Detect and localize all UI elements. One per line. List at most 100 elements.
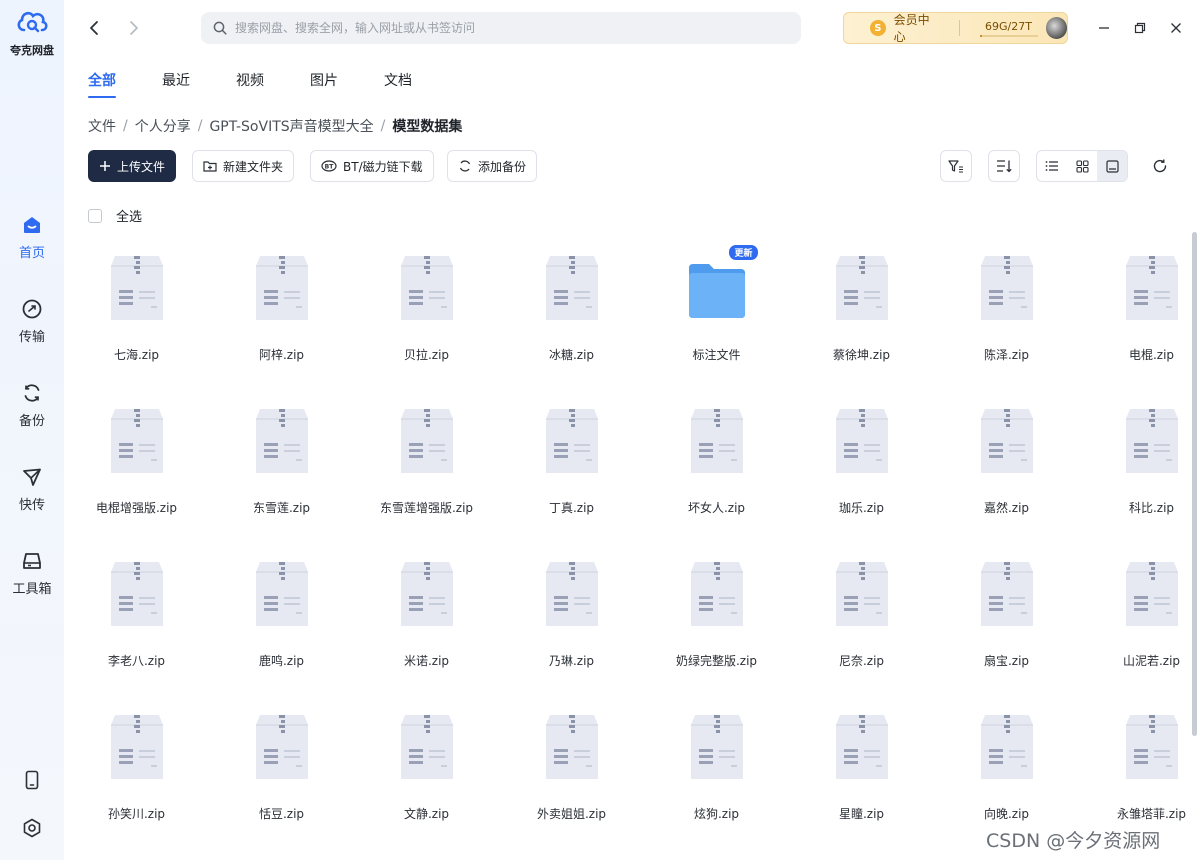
file-item[interactable]: 尼奈.zip — [789, 558, 934, 671]
sort-button[interactable] — [988, 150, 1020, 182]
file-item[interactable]: 冰糖.zip — [499, 252, 644, 365]
refresh-button[interactable] — [1148, 154, 1172, 178]
scrollbar[interactable] — [1192, 232, 1197, 736]
vip-divider — [958, 20, 960, 36]
upload-button[interactable]: 上传文件 — [88, 150, 176, 182]
file-name: 贝拉.zip — [403, 348, 450, 362]
file-item[interactable]: 蔡徐坤.zip — [789, 252, 934, 365]
file-thumbnail — [105, 405, 169, 477]
folder-icon — [688, 264, 745, 318]
breadcrumb-item[interactable]: 个人分享 — [135, 116, 191, 136]
sidebar-item-quick-send[interactable]: 快传 — [0, 466, 64, 513]
file-item[interactable]: 永雏塔菲.zip — [1079, 711, 1200, 824]
file-item[interactable]: 星瞳.zip — [789, 711, 934, 824]
file-item[interactable]: 科比.zip — [1079, 405, 1200, 518]
file-item[interactable]: 电棍.zip — [1079, 252, 1200, 365]
file-item[interactable]: 李老八.zip — [64, 558, 209, 671]
file-name: 陈泽.zip — [983, 348, 1030, 362]
app-logo[interactable]: 夸克网盘 — [0, 8, 64, 58]
bt-icon: BT — [321, 160, 337, 172]
file-thumbnail — [540, 252, 604, 324]
zip-file-icon — [110, 256, 163, 320]
chevron-left-icon — [90, 21, 98, 35]
select-all-checkbox[interactable] — [88, 208, 102, 223]
sidebar-item-transfer[interactable]: 传输 — [0, 298, 64, 345]
avatar[interactable] — [1045, 17, 1067, 39]
phone-icon[interactable] — [21, 769, 43, 791]
tab-all[interactable]: 全部 — [88, 70, 116, 98]
folder-item[interactable]: 更新 标注文件 — [644, 244, 789, 365]
tab-video[interactable]: 视频 — [236, 70, 264, 96]
file-item[interactable]: 七海.zip — [64, 252, 209, 365]
zip-file-icon — [1125, 256, 1178, 320]
refresh-icon — [1153, 159, 1167, 173]
add-backup-button[interactable]: 添加备份 — [447, 150, 538, 182]
tab-images[interactable]: 图片 — [310, 70, 338, 96]
settings-icon[interactable] — [21, 817, 43, 839]
main-panel: S 会员中心 69G/27T 全部 最近 视频 图片 文档 文件 / 个人分享 … — [64, 0, 1200, 860]
maximize-button[interactable] — [1128, 16, 1152, 40]
bt-download-button[interactable]: BT BT/磁力链下载 — [310, 150, 434, 182]
sidebar-item-home[interactable]: 首页 — [0, 214, 64, 261]
file-name: 山泥若.zip — [1122, 654, 1181, 668]
file-item[interactable]: 鹿鸣.zip — [209, 558, 354, 671]
breadcrumb-item[interactable]: 文件 — [88, 116, 116, 136]
forward-button[interactable] — [122, 16, 146, 40]
file-item[interactable]: 丁真.zip — [499, 405, 644, 518]
breadcrumb-item[interactable]: GPT-SoVITS声音模型大全 — [209, 116, 373, 136]
storage-quota-fill — [979, 34, 983, 37]
file-item[interactable]: 向晚.zip — [934, 711, 1079, 824]
file-item[interactable]: 山泥若.zip — [1079, 558, 1200, 671]
file-thumbnail — [395, 405, 459, 477]
new-folder-button[interactable]: 新建文件夹 — [192, 150, 295, 182]
file-item[interactable]: 米诺.zip — [354, 558, 499, 671]
file-item[interactable]: 孙笑川.zip — [64, 711, 209, 824]
file-item[interactable]: 恬豆.zip — [209, 711, 354, 824]
file-name: 向晚.zip — [983, 807, 1030, 821]
file-item[interactable]: 阿梓.zip — [209, 252, 354, 365]
file-item[interactable]: 扇宝.zip — [934, 558, 1079, 671]
large-icon-view-button[interactable] — [1097, 151, 1127, 181]
search-bar[interactable] — [201, 12, 801, 44]
select-all[interactable]: 全选 — [88, 206, 142, 225]
update-badge: 更新 — [728, 244, 759, 261]
file-item[interactable]: 炫狗.zip — [644, 711, 789, 824]
file-item[interactable]: 坏女人.zip — [644, 405, 789, 518]
sidebar-item-toolbox[interactable]: 工具箱 — [0, 550, 64, 597]
file-name: 嘉然.zip — [983, 501, 1030, 515]
file-name: 永雏塔菲.zip — [1116, 807, 1187, 821]
file-item[interactable]: 电棍增强版.zip — [64, 405, 209, 518]
minimize-icon — [1099, 27, 1109, 29]
file-name: 珈乐.zip — [838, 501, 885, 515]
watermark: CSDN @今夕资源网 — [986, 830, 1161, 852]
zip-file-icon — [1125, 715, 1178, 779]
file-item[interactable]: 东雪莲.zip — [209, 405, 354, 518]
new-folder-label: 新建文件夹 — [223, 159, 284, 174]
file-item[interactable]: 外卖姐姐.zip — [499, 711, 644, 824]
file-thumbnail — [830, 711, 894, 783]
close-button[interactable] — [1164, 16, 1188, 40]
search-input[interactable] — [235, 21, 775, 35]
file-item[interactable]: 文静.zip — [354, 711, 499, 824]
zip-file-icon — [690, 409, 743, 473]
file-item[interactable]: 乃琳.zip — [499, 558, 644, 671]
tab-documents[interactable]: 文档 — [384, 70, 412, 96]
file-item[interactable]: 嘉然.zip — [934, 405, 1079, 518]
list-view-button[interactable] — [1037, 151, 1067, 181]
file-item[interactable]: 珈乐.zip — [789, 405, 934, 518]
file-item[interactable]: 奶绿完整版.zip — [644, 558, 789, 671]
sidebar-item-backup[interactable]: 备份 — [0, 382, 64, 429]
file-item[interactable]: 东雪莲增强版.zip — [354, 405, 499, 518]
tab-recent[interactable]: 最近 — [162, 70, 190, 96]
file-name: 恬豆.zip — [258, 807, 305, 821]
vip-center-button[interactable]: S 会员中心 69G/27T — [843, 12, 1068, 44]
file-item[interactable]: 陈泽.zip — [934, 252, 1079, 365]
grid-view-button[interactable] — [1067, 151, 1097, 181]
back-button[interactable] — [82, 16, 106, 40]
zip-file-icon — [110, 409, 163, 473]
minimize-button[interactable] — [1092, 16, 1116, 40]
large-icon-view-icon — [1105, 159, 1119, 173]
file-item[interactable]: 贝拉.zip — [354, 252, 499, 365]
zip-file-icon — [980, 715, 1033, 779]
filter-button[interactable] — [940, 150, 972, 182]
